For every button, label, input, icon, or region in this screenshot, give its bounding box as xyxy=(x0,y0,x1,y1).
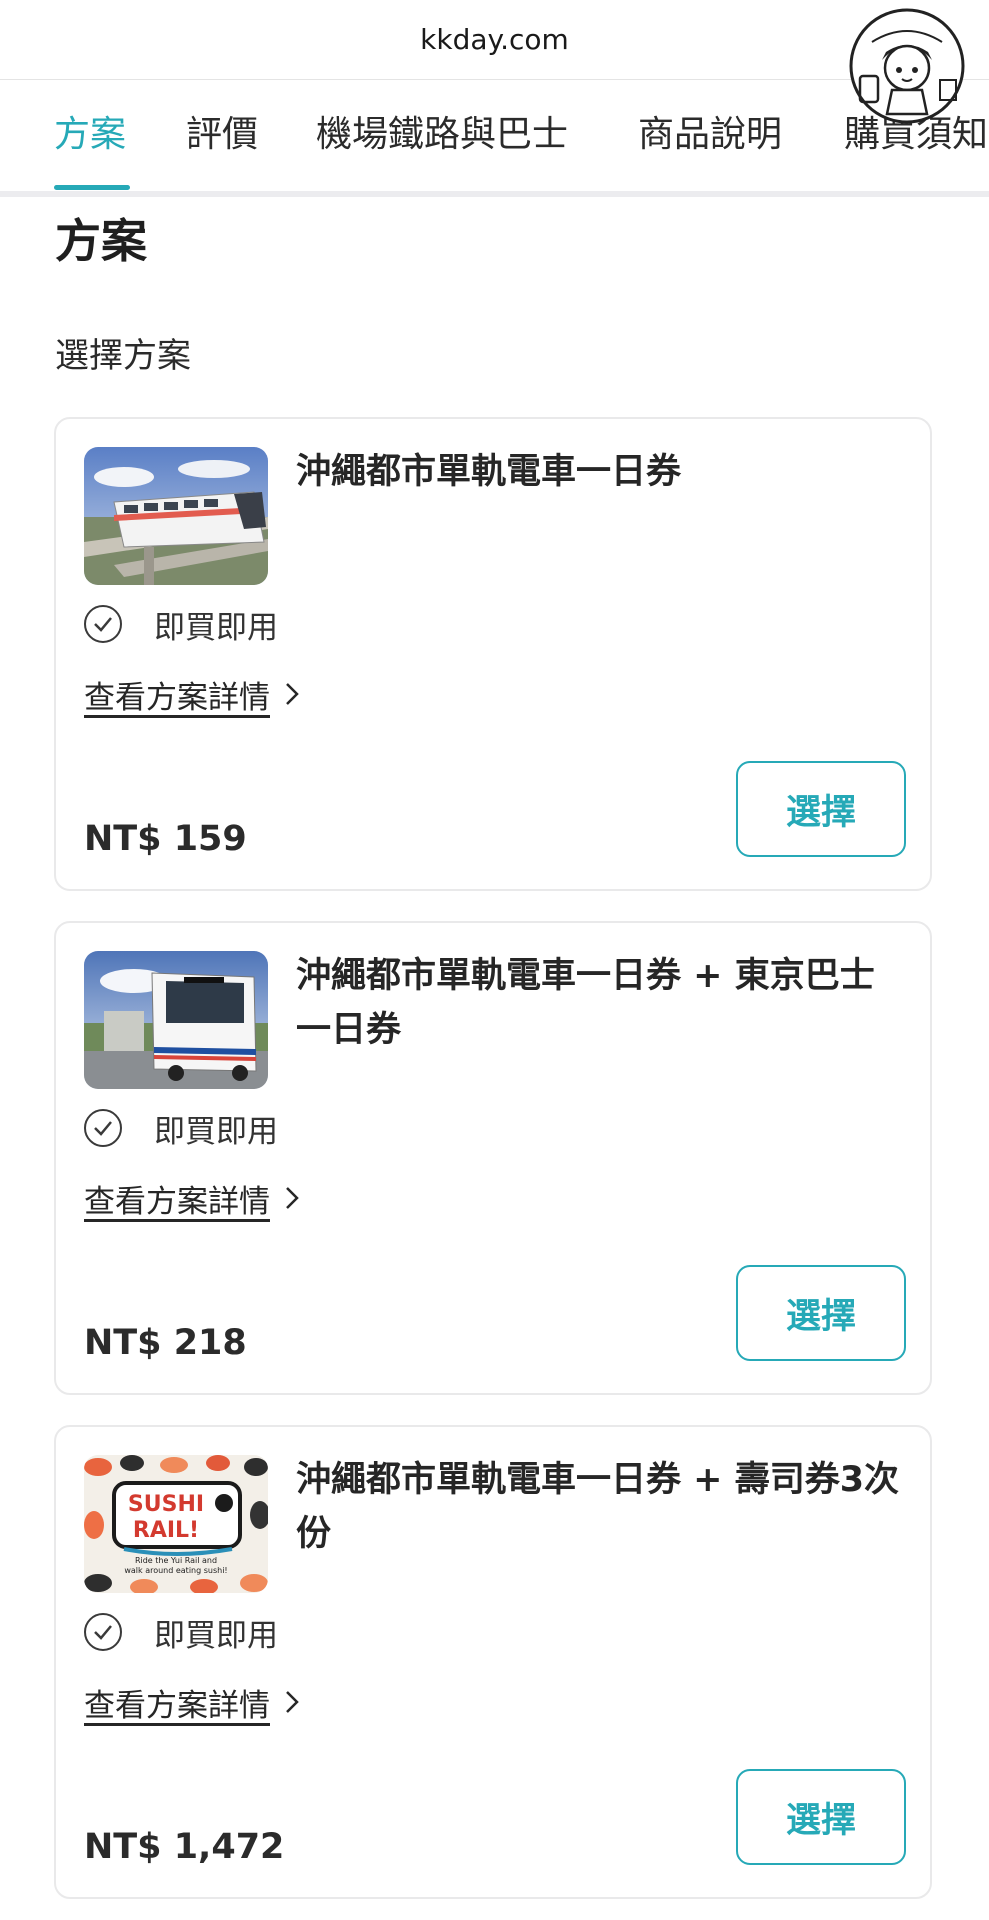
view-plan-details-text[interactable]: 查看方案詳情 xyxy=(84,672,270,717)
monorail-photo xyxy=(84,447,268,585)
instant-use-badge: 即買即用 xyxy=(84,1103,278,1153)
instant-use-label: 即買即用 xyxy=(154,1113,278,1150)
tab-reviews[interactable]: 評價 xyxy=(186,105,258,157)
view-plan-details-link[interactable]: 查看方案詳情 xyxy=(84,1173,300,1223)
instant-use-badge: 即買即用 xyxy=(84,599,278,649)
bus-photo xyxy=(84,951,268,1089)
select-plan-button[interactable]: 選擇 xyxy=(736,761,906,857)
check-circle-icon xyxy=(84,1613,122,1651)
plan-price: NT$ 218 xyxy=(84,1323,247,1363)
plan-price: NT$ 159 xyxy=(84,819,247,859)
chevron-right-icon xyxy=(286,683,299,705)
instant-use-badge: 即買即用 xyxy=(84,1607,278,1657)
check-circle-icon xyxy=(84,605,122,643)
view-plan-details-link[interactable]: 查看方案詳情 xyxy=(84,669,300,719)
tab-airport-rail-bus[interactable]: 機場鐵路與巴士 xyxy=(316,105,568,157)
instant-use-label: 即買即用 xyxy=(154,609,278,646)
select-plan-heading: 選擇方案 xyxy=(55,336,191,376)
only-logo xyxy=(832,2,982,124)
tab-plans[interactable]: 方案 xyxy=(54,105,126,157)
select-plan-button[interactable]: 選擇 xyxy=(736,1769,906,1865)
url-text: kkday.com xyxy=(420,23,569,56)
sushi-rail-photo: SUSHI RAIL! Ride the Yui Rail and walk a… xyxy=(84,1455,268,1593)
chevron-right-icon xyxy=(286,1691,299,1713)
select-plan-button[interactable]: 選擇 xyxy=(736,1265,906,1361)
section-title: 方案 xyxy=(55,214,147,268)
sushi-text: SUSHI xyxy=(128,1492,204,1517)
view-plan-details-link[interactable]: 查看方案詳情 xyxy=(84,1677,300,1727)
active-tab-indicator xyxy=(54,185,130,190)
check-circle-icon xyxy=(84,1109,122,1147)
view-plan-details-text[interactable]: 查看方案詳情 xyxy=(84,1176,270,1221)
sushi-caption-2: walk around eating sushi! xyxy=(124,1566,227,1575)
chevron-right-icon xyxy=(286,1187,299,1209)
tab-product-description[interactable]: 商品說明 xyxy=(638,105,782,157)
instant-use-label: 即買即用 xyxy=(154,1617,278,1654)
plan-price: NT$ 1,472 xyxy=(84,1827,285,1867)
rail-text: RAIL! xyxy=(133,1518,199,1543)
plan-name: 沖繩都市單軌電車一日券 + 東京巴士一日券 xyxy=(296,956,875,1050)
plan-card: 沖繩都市單軌電車一日券 即買即用 查看方案詳情 NT$ 159 選擇 xyxy=(54,417,932,891)
plan-name: 沖繩都市單軌電車一日券 xyxy=(296,452,682,492)
plan-card: 沖繩都市單軌電車一日券 + 東京巴士一日券 即買即用 查看方案詳情 NT$ 21… xyxy=(54,921,932,1395)
plan-name: 沖繩都市單軌電車一日券 + 壽司券3次份 xyxy=(296,1460,900,1554)
view-plan-details-text[interactable]: 查看方案詳情 xyxy=(84,1680,270,1725)
sushi-caption-1: Ride the Yui Rail and xyxy=(135,1556,217,1565)
plan-card: SUSHI RAIL! Ride the Yui Rail and walk a… xyxy=(54,1425,932,1899)
